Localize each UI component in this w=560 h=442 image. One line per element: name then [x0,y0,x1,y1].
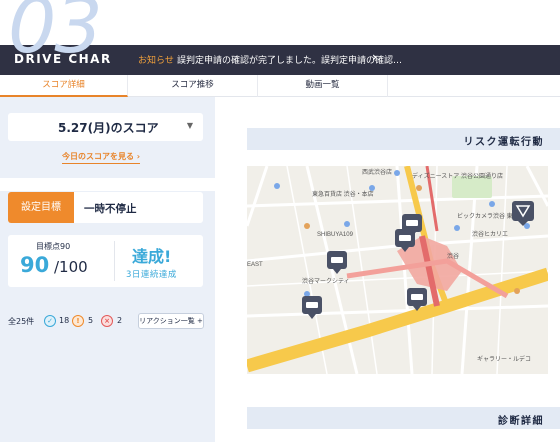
score-target-label: 目標点90 [36,242,71,251]
notice-label: お知らせ [138,56,174,66]
divider [114,241,115,281]
total-count: 全25件 [8,317,35,326]
diagnosis-section-header: 診断詳細 [247,407,560,429]
tab-score-trend[interactable]: スコア推移 [128,75,258,97]
notice-text[interactable]: 誤判定申請の確認が完了しました。誤判定申請の確認… [177,53,402,66]
goal-value: 一時不停止 [84,203,137,215]
today-score-link[interactable]: 今日のスコアを見る › [62,151,141,164]
reaction-list-button[interactable]: リアクション一覧 + [138,313,204,329]
notice-arrow-icon[interactable]: › [372,50,377,64]
map-label-disney: ディズニーストア 渋谷公園通り店 [412,172,503,180]
x-mark-icon: × [101,315,113,327]
tab-score-detail[interactable]: スコア詳細 [0,75,128,97]
divider [0,178,215,191]
count-bad: 2 [117,316,123,325]
score-panel: 5.27(月)のスコア ▼ 今日のスコアを見る › 設定目標 一時不停止 目標点… [0,97,215,442]
count-warn: 5 [88,316,94,325]
tab-bar: スコア詳細 スコア推移 動画一覧 [0,75,560,97]
goal-tag: 設定目標 [8,192,74,223]
tab-video-list[interactable]: 動画一覧 [258,75,388,97]
goal-card: 設定目標 一時不停止 [8,192,203,223]
count-good: 18 [59,316,70,325]
map-label-109: SHIBUYA109 [317,232,354,238]
map-label-gallery: ギャラリー・ルデコ [477,355,531,363]
score-value: 90 [20,253,50,277]
risk-marker-car-1[interactable] [327,251,347,274]
risk-section-title: リスク運転行動 [463,137,544,148]
risk-section-header: リスク運転行動 [247,128,560,150]
date-label: 5.27(月)のスコア [58,121,159,135]
step-number: 03 [8,0,103,70]
achieved-streak: 3日連続達成 [126,270,177,280]
map-canvas: 東急百貨店 渋谷・本店 SHIBUYA109 西武渋谷店 ディズニーストア 渋谷… [247,166,548,374]
map-label-hikarie: 渋谷ヒカリエ [472,230,508,238]
map-label-east: EAST [247,262,263,268]
score-max: /100 [54,258,88,276]
map-label-seibu: 西武渋谷店 [362,168,392,176]
risk-map[interactable]: 東急百貨店 渋谷・本店 SHIBUYA109 西武渋谷店 ディズニーストア 渋谷… [247,166,548,374]
event-counts: 全25件 ✓ 18 ! 5 × 2 リアクション一覧 + [8,313,208,329]
date-selector[interactable]: 5.27(月)のスコア ▼ [8,113,203,141]
triangle-warn-icon: ! [72,315,84,327]
score-card: 目標点90 90 /100 達成! 3日連続達成 [8,235,203,287]
map-label-tokyu: 東急百貨店 渋谷・本店 [312,190,374,198]
map-label-shibuya: 渋谷 [447,252,459,260]
circle-check-icon: ✓ [44,315,56,327]
diagnosis-section-title: 診断詳細 [498,416,544,427]
chevron-down-icon: ▼ [186,121,193,130]
app-root: DRIVE CHAR お知らせ 誤判定申請の確認が完了しました。誤判定申請の確認… [0,0,560,442]
map-label-marksity: 渋谷マークシティ [302,277,350,285]
achieved-label: 達成! [132,247,172,266]
risk-marker-stop[interactable] [512,201,534,226]
